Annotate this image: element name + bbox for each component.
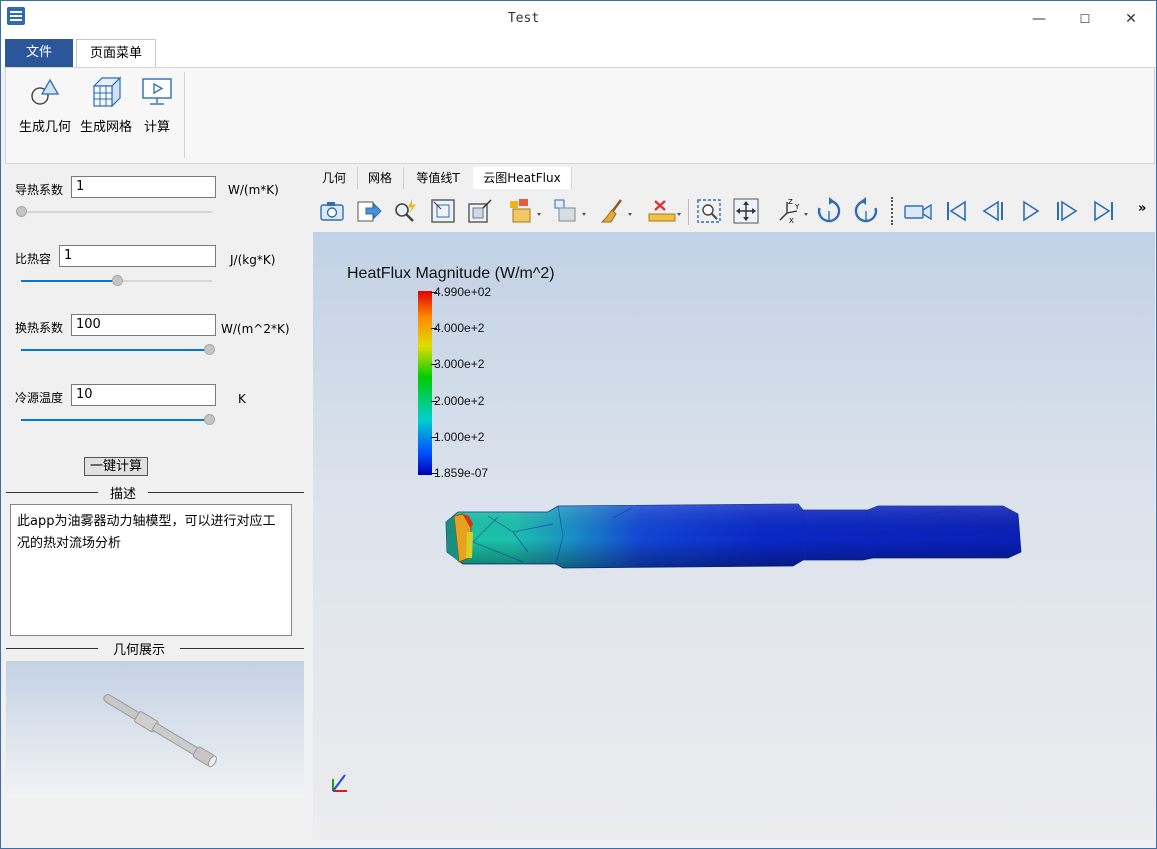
view-toolbar: ZYX » [313, 191, 1156, 231]
3d-viewport[interactable]: HeatFlux Magnitude (W/m^2) 4.990e+02 4.0… [313, 232, 1155, 840]
clear-broom-icon[interactable] [599, 197, 635, 225]
fit-view-icon[interactable] [429, 197, 457, 225]
toolbar-separator [688, 199, 689, 225]
parameter-panel: 导热系数 1 W/(m*K) 比热容 1 J/(kg*K) 换热系数 100 W… [5, 165, 307, 847]
svg-text:X: X [789, 217, 794, 225]
param-label-heat-transfer: 换热系数 [15, 321, 64, 335]
rotate-cw-icon[interactable] [815, 197, 843, 225]
specific-heat-slider[interactable] [21, 275, 212, 286]
shaft-preview-image [103, 694, 217, 768]
title-bar: Test — ☐ ✕ [1, 1, 1156, 37]
main-window: Test — ☐ ✕ 文件 页面菜单 生成几何 生成网格 计算 导热系数 1 W… [0, 0, 1157, 849]
zoom-box-icon[interactable] [466, 197, 494, 225]
description-textbox[interactable]: 此app为油雾器动力轴模型，可以进行对应工况的热对流场分析 [10, 504, 292, 636]
geometry-display-title: 几何展示 [112, 643, 165, 658]
heat-transfer-slider[interactable] [21, 344, 215, 355]
zoom-region-icon[interactable] [695, 197, 723, 225]
mesh-cube-icon [88, 74, 124, 110]
axes-orientation-icon[interactable]: ZYX [775, 197, 811, 225]
first-frame-icon[interactable] [942, 197, 970, 225]
menu-tab-file[interactable]: 文件 [5, 39, 73, 67]
ribbon-panel: 生成几何 生成网格 计算 [5, 67, 1155, 164]
specific-heat-unit: J/(kg*K) [230, 253, 276, 267]
cold-source-input[interactable]: 10 [71, 384, 216, 406]
heat-transfer-input[interactable]: 100 [71, 314, 216, 336]
query-icon[interactable] [391, 197, 419, 225]
section-divider [6, 492, 98, 493]
video-camera-icon[interactable] [902, 197, 934, 225]
slider-thumb[interactable] [111, 275, 123, 286]
camera-icon[interactable] [318, 197, 346, 225]
generate-mesh-label: 生成网格 [79, 120, 132, 135]
ribbon-separator [184, 72, 185, 158]
section-divider [148, 492, 304, 493]
rotate-ccw-icon[interactable] [852, 197, 880, 225]
heat-transfer-unit: W/(m^2*K) [221, 322, 290, 336]
conductivity-input[interactable]: 1 [71, 176, 216, 198]
description-title: 描述 [109, 487, 136, 502]
slider-fill [21, 349, 209, 351]
axes-triad-icon [332, 774, 347, 792]
svg-text:Y: Y [794, 203, 800, 211]
cold-source-slider[interactable] [21, 414, 215, 425]
section-divider [180, 648, 304, 649]
tab-mesh[interactable]: 网格 [357, 167, 404, 189]
previous-frame-icon[interactable] [979, 197, 1007, 225]
compute-button[interactable]: 计算 [136, 74, 178, 135]
generate-mesh-button[interactable]: 生成网格 [78, 74, 134, 135]
window-title: Test [507, 11, 540, 26]
monitor-play-icon [139, 74, 175, 110]
compute-label: 计算 [143, 120, 170, 135]
tab-contour-t[interactable]: 等值线T [403, 167, 474, 189]
slider-thumb[interactable] [16, 206, 27, 217]
play-icon[interactable] [1016, 197, 1044, 225]
render-style-icon[interactable] [553, 197, 589, 225]
toolbar-separator [891, 197, 895, 225]
geometry-shapes-icon [27, 74, 63, 110]
svg-text:Z: Z [788, 198, 793, 206]
menu-bar: 文件 页面菜单 [1, 37, 1156, 67]
generate-geometry-button[interactable]: 生成几何 [14, 74, 76, 135]
toolbar-overflow-icon[interactable]: » [1138, 201, 1146, 216]
slider-fill [21, 419, 209, 421]
last-frame-icon[interactable] [1090, 197, 1118, 225]
geometry-preview[interactable] [6, 661, 304, 799]
specific-heat-input[interactable]: 1 [59, 245, 216, 267]
next-frame-icon[interactable] [1053, 197, 1081, 225]
param-label-cold-source: 冷源温度 [15, 391, 64, 405]
tab-geometry[interactable]: 几何 [311, 167, 358, 189]
export-icon[interactable] [355, 197, 383, 225]
section-divider [6, 648, 98, 649]
menu-tab-page-menu[interactable]: 页面菜单 [76, 39, 156, 67]
param-label-specific-heat: 比热容 [15, 252, 52, 266]
maximize-button[interactable]: ☐ [1062, 1, 1108, 37]
slider-thumb[interactable] [204, 414, 215, 425]
slider-thumb[interactable] [204, 344, 215, 355]
close-button[interactable]: ✕ [1108, 1, 1154, 37]
conductivity-slider[interactable] [16, 206, 212, 217]
minimize-button[interactable]: — [1016, 1, 1062, 37]
conductivity-unit: W/(m*K) [228, 183, 279, 197]
one-click-compute-button[interactable]: 一键计算 [84, 457, 148, 476]
tab-heatflux-cloud[interactable]: 云图HeatFlux [473, 167, 572, 189]
param-label-conductivity: 导热系数 [15, 183, 64, 197]
slider-fill [21, 280, 117, 282]
heatflux-shaft-model [445, 503, 1022, 569]
pan-move-icon[interactable] [732, 197, 760, 225]
measure-delete-icon[interactable] [646, 197, 684, 225]
generate-geometry-label: 生成几何 [18, 120, 71, 135]
display-mode-icon[interactable] [508, 197, 544, 225]
cold-source-unit: K [238, 392, 246, 406]
